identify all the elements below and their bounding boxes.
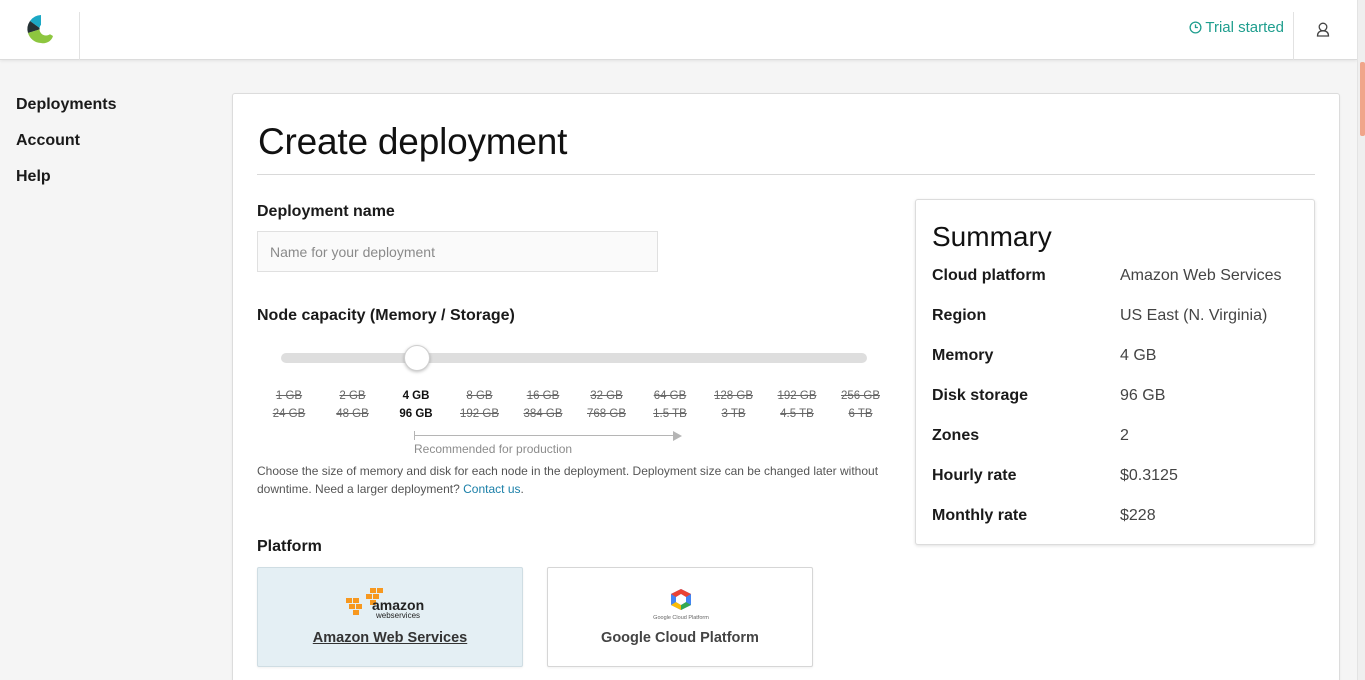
capacity-option-storage: 24 GB (272, 408, 306, 420)
logo-divider (79, 12, 80, 60)
capacity-option[interactable]: 256 GB 6 TB (829, 387, 893, 423)
summary-row-value: 4 GB (1120, 347, 1157, 364)
capacity-option-storage: 6 TB (848, 408, 873, 420)
capacity-option-storage: 1.5 TB (653, 408, 687, 420)
capacity-option-storage: 192 GB (460, 408, 499, 420)
capacity-option-memory: 256 GB (841, 390, 880, 402)
capacity-option-storage: 48 GB (336, 408, 369, 420)
sidebar-item-account[interactable]: Account (16, 131, 116, 167)
platform-option-aws-label: Amazon Web Services (312, 630, 468, 646)
capacity-option-storage: 96 GB (399, 408, 433, 420)
gcp-logo-caption: Google Cloud Platform (653, 615, 709, 621)
capacity-option-memory: 4 GB (402, 390, 430, 402)
node-capacity-label: Node capacity (Memory / Storage) (257, 307, 515, 324)
top-bar: Trial started (0, 0, 1357, 60)
capacity-help-end: . (520, 482, 524, 496)
capacity-option[interactable]: 4 GB 96 GB (384, 387, 448, 423)
capacity-option[interactable]: 1 GB 24 GB (257, 387, 321, 423)
summary-row: Zones 2 (932, 427, 1302, 447)
capacity-option[interactable]: 8 GB 192 GB (448, 387, 512, 423)
deployment-name-label: Deployment name (257, 203, 395, 220)
summary-panel: Summary Cloud platform Amazon Web Service… (915, 199, 1315, 545)
summary-row-label: Disk storage (932, 387, 1029, 404)
summary-row-label: Monthly rate (932, 507, 1028, 524)
sidebar-item-deployments[interactable]: Deployments (16, 95, 116, 131)
page-scrollbar[interactable] (1357, 0, 1365, 680)
capacity-option-memory: 192 GB (777, 390, 817, 402)
capacity-option-storage: 4.5 TB (780, 408, 814, 420)
capacity-help-body: Choose the size of memory and disk for e… (257, 464, 879, 496)
contact-us-link[interactable]: Contact us (463, 482, 520, 496)
title-divider (257, 174, 1315, 175)
platform-option-gcp-label: Google Cloud Platform (601, 630, 759, 646)
capacity-option-storage: 768 GB (587, 408, 626, 420)
summary-row: Hourly rate $0.3125 (932, 467, 1302, 487)
summary-row: Disk storage 96 GB (932, 387, 1302, 407)
capacity-slider-track[interactable] (281, 353, 867, 363)
sidebar-nav: Deployments Account Help (16, 95, 116, 203)
summary-row-value: 96 GB (1120, 387, 1166, 404)
platform-option-gcp[interactable]: Google Cloud Platform Google Cloud Platf… (547, 567, 813, 667)
deployment-name-input[interactable] (257, 231, 658, 272)
capacity-option-memory: 128 GB (714, 390, 753, 402)
gcp-logo: Google Cloud Platform (653, 589, 709, 621)
capacity-option-storage: 3 TB (721, 408, 746, 420)
platform-option-aws[interactable]: amazon webservices Amazon Web Services (257, 567, 523, 667)
capacity-option-memory: 32 GB (590, 390, 623, 402)
summary-title: Summary (932, 221, 1052, 252)
trial-status-text: Trial started (1205, 19, 1284, 36)
summary-row-value: US East (N. Virginia) (1120, 307, 1268, 324)
summary-row-value: 2 (1120, 427, 1129, 444)
sidebar-item-help[interactable]: Help (16, 167, 116, 203)
summary-row-label: Zones (932, 427, 980, 444)
summary-row-value: $0.3125 (1120, 467, 1178, 484)
capacity-option[interactable]: 128 GB 3 TB (702, 387, 766, 423)
app-logo[interactable] (24, 12, 58, 46)
capacity-option-memory: 1 GB (275, 390, 303, 402)
summary-row-label: Cloud platform (932, 267, 1046, 284)
page-title: Create deployment (258, 121, 568, 162)
recommended-range-line (414, 435, 676, 436)
user-icon[interactable] (1313, 20, 1333, 40)
summary-row-label: Region (932, 307, 987, 324)
capacity-option[interactable]: 16 GB 384 GB (511, 387, 575, 423)
scrollbar-thumb[interactable] (1360, 62, 1365, 136)
summary-row-value: Amazon Web Services (1120, 267, 1282, 284)
capacity-option[interactable]: 32 GB 768 GB (575, 387, 639, 423)
capacity-option-memory: 16 GB (526, 390, 560, 402)
trial-status-link[interactable]: Trial started (1189, 19, 1284, 36)
clock-icon (1189, 21, 1202, 34)
summary-row-label: Hourly rate (932, 467, 1017, 484)
capacity-option-storage: 384 GB (523, 408, 563, 420)
aws-logo-subtitle: webservices (375, 611, 420, 620)
summary-row: Region US East (N. Virginia) (932, 307, 1302, 327)
capacity-option[interactable]: 192 GB 4.5 TB (765, 387, 829, 423)
capacity-option-memory: 8 GB (466, 390, 493, 402)
create-deployment-card: Create deployment Deployment name Node c… (232, 93, 1340, 680)
capacity-option-memory: 64 GB (653, 390, 687, 402)
recommended-for-production-text: Recommended for production (414, 442, 573, 456)
capacity-option-memory: 2 GB (339, 390, 366, 402)
capacity-slider-handle[interactable] (404, 345, 430, 371)
summary-row: Memory 4 GB (932, 347, 1302, 367)
capacity-help-text: Choose the size of memory and disk for e… (257, 462, 905, 498)
capacity-option[interactable]: 2 GB 48 GB (321, 387, 385, 423)
summary-row: Cloud platform Amazon Web Services (932, 267, 1302, 287)
summary-row: Monthly rate $228 (932, 507, 1302, 527)
summary-row-value: $228 (1120, 507, 1156, 524)
recommended-range-arrow-icon (673, 431, 682, 441)
aws-logo: amazon webservices (346, 588, 424, 620)
capacity-option[interactable]: 64 GB 1.5 TB (638, 387, 702, 423)
user-divider (1293, 12, 1294, 60)
platform-label: Platform (257, 538, 322, 555)
summary-row-label: Memory (932, 347, 994, 364)
